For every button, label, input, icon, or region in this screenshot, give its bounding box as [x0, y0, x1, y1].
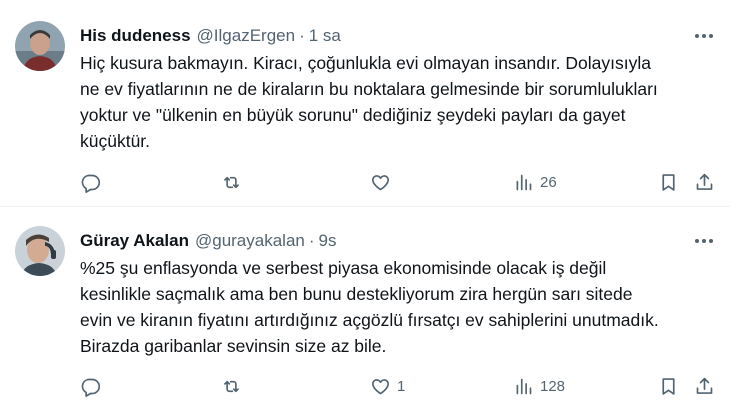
views-button[interactable]: 26 [513, 168, 557, 196]
author-name[interactable]: Güray Akalan [80, 231, 189, 251]
tweet-text-line: Hiç kusura bakmayın. Kiracı, çoğunlukla … [80, 53, 651, 73]
tweet-header: Güray Akalan @gurayakalan · 9s [80, 229, 337, 253]
tweet-text-line: ne ev fiyatlarının ne de kiraların bu no… [80, 79, 658, 99]
tweet-text-line: Birazda garibanlar sevinsin size az bile… [80, 336, 387, 356]
reply-button[interactable] [80, 168, 107, 196]
bookmark-icon [662, 173, 675, 191]
retweet-icon [224, 380, 239, 392]
share-button[interactable] [694, 372, 715, 400]
tweet-text-line: %25 şu enflasyonda ve serbest piyasa eko… [80, 258, 607, 278]
views-chart-icon [516, 378, 532, 394]
bookmark-button[interactable] [658, 372, 679, 400]
avatar[interactable] [15, 21, 65, 71]
views-chart-icon [516, 174, 532, 190]
more-horizontal-icon[interactable] [692, 229, 716, 253]
separator-dot: · [308, 231, 315, 250]
tweet-text-line: evin ve kiranın fiyatını artırdığınız aç… [80, 310, 659, 330]
reply-button[interactable] [80, 372, 107, 400]
tweet-text-line: küçüktür. [80, 131, 151, 151]
tweet-actions: 1 128 [80, 372, 720, 400]
tweet-actions: 26 [80, 168, 720, 196]
author-handle[interactable]: @gurayakalan [195, 231, 305, 251]
tweet-text-line: kesinlikle saçmalık ama ben bunu destekl… [80, 284, 633, 304]
tweet-text: %25 şu enflasyonda ve serbest piyasa eko… [80, 255, 720, 359]
heart-icon [372, 174, 389, 190]
bookmark-button[interactable] [658, 168, 679, 196]
retweet-button[interactable] [221, 168, 248, 196]
views-button[interactable]: 128 [513, 372, 565, 400]
share-icon [696, 377, 713, 394]
like-button[interactable] [370, 168, 397, 196]
like-count: 1 [397, 377, 406, 395]
tweet-timestamp[interactable]: 9s [319, 231, 337, 251]
tweet-text: Hiç kusura bakmayın. Kiracı, çoğunlukla … [80, 50, 720, 154]
bookmark-icon [662, 377, 675, 395]
tweet[interactable]: Güray Akalan @gurayakalan · 9s %25 şu en… [0, 207, 730, 420]
tweet-text-line: yoktur ve "ülkenin en büyük sorunu" dedi… [80, 105, 626, 125]
avatar-image [15, 226, 65, 276]
reply-icon [81, 378, 101, 397]
more-horizontal-icon[interactable] [692, 24, 716, 48]
like-button[interactable]: 1 [370, 372, 405, 400]
reply-icon [81, 174, 101, 193]
tweet[interactable]: His dudeness @IlgazErgen · 1 sa Hiç kusu… [0, 0, 730, 206]
retweet-icon [224, 176, 239, 188]
view-count: 128 [540, 377, 566, 395]
tweet-header: His dudeness @IlgazErgen · 1 sa [80, 24, 341, 48]
share-icon [696, 173, 713, 190]
avatar[interactable] [15, 226, 65, 276]
author-handle[interactable]: @IlgazErgen [197, 26, 296, 46]
view-count: 26 [540, 173, 557, 191]
retweet-button[interactable] [221, 372, 248, 400]
avatar-image [15, 21, 65, 71]
heart-icon [372, 378, 389, 394]
separator-dot: · [299, 26, 305, 45]
share-button[interactable] [694, 168, 715, 196]
author-name[interactable]: His dudeness [80, 26, 191, 46]
tweet-timestamp[interactable]: 1 sa [309, 26, 341, 46]
